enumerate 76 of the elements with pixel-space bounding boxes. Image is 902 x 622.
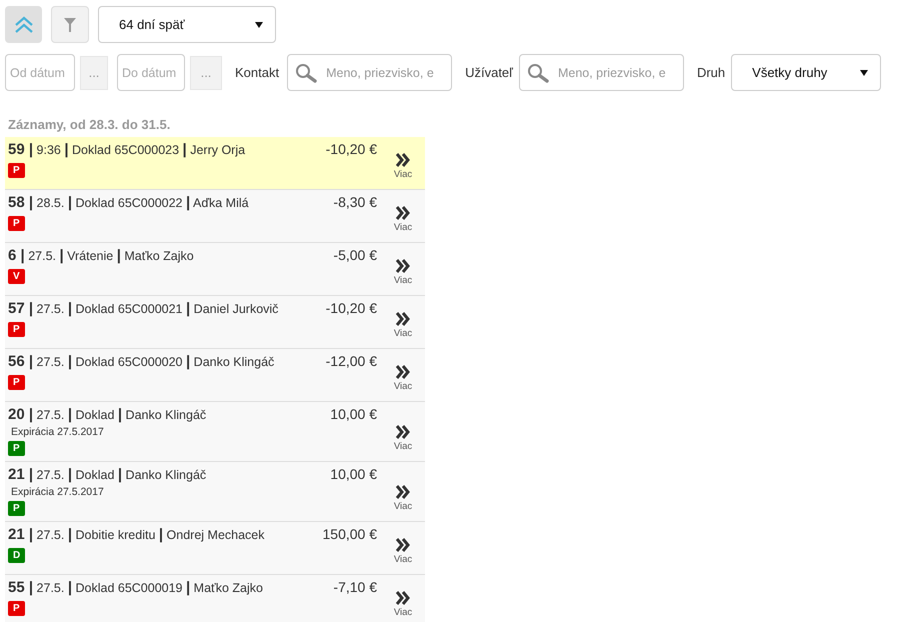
amount-text: -8,30 € [333,192,377,212]
type-value: Všetky druhy [752,64,828,82]
double-chevron-icon [395,537,411,554]
period-value: 64 dní späť [119,16,185,34]
amount-text: -12,00 € [326,352,377,370]
type-select[interactable]: Všetky druhy [731,54,882,91]
record-row[interactable]: 6 | 27.5. | Vrátenie | Maťko Zajko V -5,00 € Viac [5,242,425,296]
date-from-field[interactable]: Od dátum [5,54,75,91]
more-button[interactable]: Viac [389,524,417,574]
record-row[interactable]: 56 | 27.5. | Doklad 65C000020 | Danko Klingáč P -12,00 € Viac [5,348,425,402]
chevrons-up-icon [14,16,34,34]
amount-text: -7,10 € [333,578,377,596]
type-badge: P [8,216,25,231]
record-row[interactable]: 20 | 27.5. | Doklad | Danko Klingáč Expirácia 27.5.2017 P 10,00 € Viac [5,402,425,462]
search-field[interactable]: Meno, priezvisko, e [287,54,452,91]
double-chevron-icon [395,152,411,168]
search-icon [295,63,318,83]
caret-icon [255,22,263,28]
double-chevron-icon [395,484,411,500]
type-badge: P [8,501,25,516]
double-chevron-icon [395,258,411,274]
record-title: 55 | 27.5. | Doklad 65C000019 | Maťko Zajko [8,578,263,598]
more-button[interactable]: Viac [389,138,417,188]
type-label: Druh [696,64,726,82]
type-badge: P [8,322,25,337]
more-button[interactable]: Viac [389,350,417,400]
amount-text: -10,20 € [326,140,377,158]
double-chevron-icon [395,205,411,222]
record-title: 21 | 27.5. | Doklad | Danko Klingáč [8,464,206,484]
more-button[interactable]: Viac [389,244,417,294]
type-badge: P [8,441,25,456]
amount-text: 10,00 € [330,404,377,424]
record-title: 57 | 27.5. | Doklad 65C000021 | Daniel Jurkovič [8,298,278,318]
type-badge: P [8,163,25,178]
amount-text: -5,00 € [333,246,377,264]
record-title: 56 | 27.5. | Doklad 65C000020 | Danko Klingáč [8,352,274,372]
funnel-icon [64,16,76,32]
record-row[interactable]: 21 | 27.5. | Dobitie kreditu | Ondrej Mechacek D 150,00 € Viac [5,522,425,574]
double-chevron-icon [395,311,411,328]
more-button[interactable]: Viac [389,192,417,242]
record-row[interactable]: 21 | 27.5. | Doklad | Danko Klingáč Expirácia 27.5.2017 P 10,00 € Viac [5,462,425,522]
more-button[interactable]: Viac [389,576,417,622]
filter-button[interactable] [51,6,89,43]
search-field[interactable]: Meno, priezvisko, e [518,54,684,91]
double-chevron-icon [395,364,411,380]
record-row[interactable]: 59 | 9:36 | Doklad 65C000023 | Jerry Orja P -10,20 € Viac [5,136,425,190]
record-title: 6 | 27.5. | Vrátenie | Maťko Zajko [8,246,194,266]
record-row[interactable]: 58 | 28.5. | Doklad 65C000022 | Aďka Milá P -8,30 € Viac [5,190,425,242]
amount-text: 150,00 € [322,524,377,544]
period-select[interactable]: 64 dní späť [98,6,276,43]
type-badge: P [8,375,25,390]
double-chevron-icon [395,590,411,606]
type-badge: D [8,548,26,563]
caret-icon [860,70,868,76]
record-title: 59 | 9:36 | Doklad 65C000023 | Jerry Orja [8,140,246,160]
more-button[interactable]: Viac [389,404,417,460]
record-row[interactable]: 55 | 27.5. | Doklad 65C000019 | Maťko Zajko P -7,10 € Viac [5,574,425,622]
type-badge: V [8,269,25,284]
type-badge: P [8,601,25,616]
record-title: 21 | 27.5. | Dobitie kreditu | Ondrej Mechacek [8,524,265,544]
double-chevron-icon [395,424,411,440]
more-button[interactable]: Viac [389,298,417,348]
record-title: 20 | 27.5. | Doklad | Danko Klingáč [8,404,206,424]
search-icon [526,63,549,83]
date-to-field[interactable]: Do dátum [117,54,185,91]
record-title: 58 | 28.5. | Doklad 65C000022 | Aďka Milá [8,192,249,212]
collapse-button[interactable] [5,6,42,43]
contact-label: Kontakt [235,64,280,82]
amount-text: 10,00 € [330,464,377,484]
more-button[interactable]: Viac [389,464,417,520]
expiration-text: Expirácia 27.5.2017 [11,426,104,440]
user-label: Užívateľ [465,64,513,82]
record-row[interactable]: 57 | 27.5. | Doklad 65C000021 | Daniel Jurkovič P -10,20 € Viac [5,296,425,348]
expiration-text: Expirácia 27.5.2017 [11,486,104,500]
amount-text: -10,20 € [326,298,377,318]
records-heading: Záznamy, od 28.3. do 31.5. [8,116,172,134]
